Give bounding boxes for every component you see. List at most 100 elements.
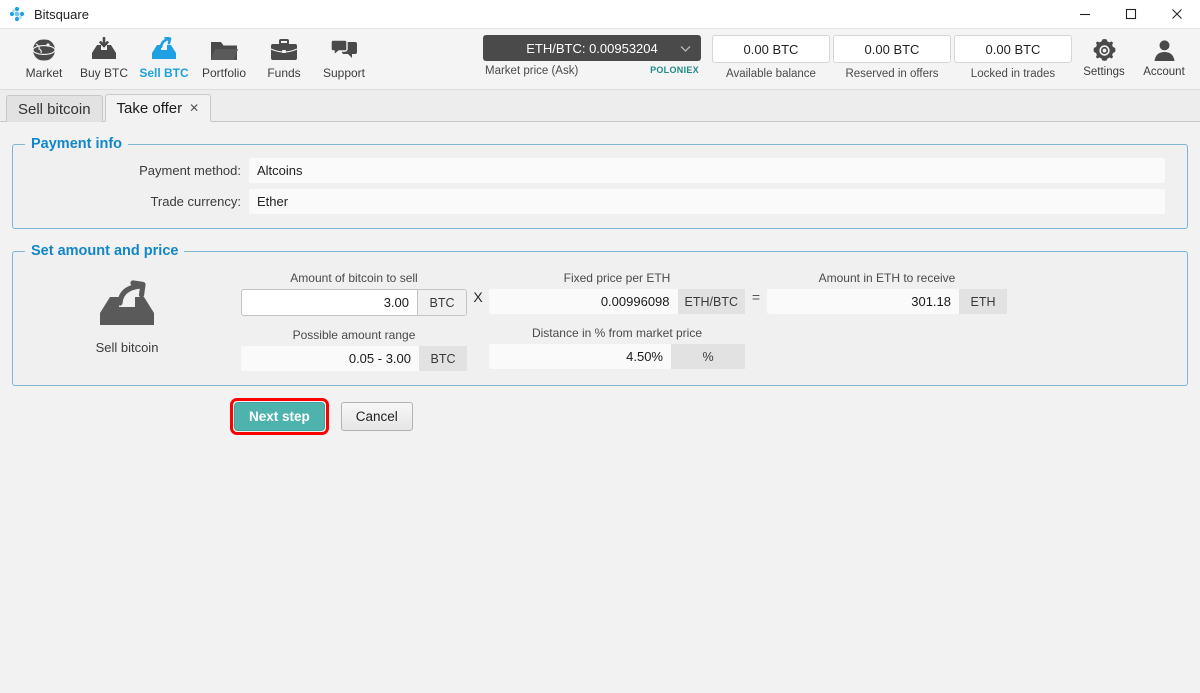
- chat-icon: [330, 33, 358, 63]
- nav-item-sell-btc[interactable]: Sell BTC: [134, 33, 194, 80]
- distance-field: 4.50% %: [489, 344, 745, 369]
- receive-field: 301.18 ETH: [767, 289, 1007, 314]
- market-price-value: ETH/BTC: 0.00953204: [526, 40, 658, 56]
- main-navigation: Market Buy BTC Sell BTC Portfolio Funds …: [0, 29, 1200, 90]
- receive-value: 301.18: [767, 289, 959, 314]
- action-buttons: Next step Cancel: [230, 398, 1200, 435]
- nav-items: Market Buy BTC Sell BTC Portfolio Funds …: [0, 29, 374, 80]
- amount-price-fields: Amount of bitcoin to sell 3.00 BTC Possi…: [241, 271, 1187, 371]
- balance-available: 0.00 BTC Available balance: [711, 35, 831, 80]
- nav-label: Funds: [267, 66, 301, 80]
- sell-bitcoin-illustration: Sell bitcoin: [13, 271, 241, 371]
- bitsquare-logo-icon: [9, 6, 25, 22]
- payment-info-legend: Payment info: [31, 136, 123, 152]
- price-field[interactable]: 0.00996098 ETH/BTC: [489, 289, 745, 314]
- title-bar: Bitsquare: [0, 0, 1200, 29]
- balance-label: Locked in trades: [970, 68, 1056, 80]
- payment-method-label: Payment method:: [139, 163, 241, 178]
- tab-label: Sell bitcoin: [18, 100, 91, 118]
- sell-bitcoin-icon: [96, 279, 158, 334]
- payment-method-value: Altcoins: [249, 158, 1165, 183]
- briefcase-icon: [270, 33, 298, 63]
- price-value[interactable]: 0.00996098: [489, 289, 678, 314]
- balance-label: Available balance: [726, 68, 816, 80]
- nav-label: Market: [25, 66, 63, 80]
- multiply-operator-column: . X: [467, 271, 489, 371]
- next-step-button[interactable]: Next step: [234, 402, 325, 431]
- trade-currency-row: Trade currency: Ether: [13, 189, 1187, 214]
- market-price-meta: Market price (Ask) POLONIEX: [483, 65, 701, 77]
- nav-label: Support: [322, 66, 366, 80]
- nav-label: Settings: [1083, 66, 1125, 78]
- nav-item-market[interactable]: Market: [14, 33, 74, 80]
- distance-group: Distance in % from market price 4.50% %: [489, 326, 745, 369]
- amount-column: Amount of bitcoin to sell 3.00 BTC Possi…: [241, 271, 467, 371]
- payment-info-card: Payment info Payment method: Altcoins Tr…: [12, 136, 1188, 229]
- nav-item-account[interactable]: Account: [1134, 35, 1194, 78]
- range-unit: BTC: [419, 346, 467, 371]
- gear-icon: [1092, 36, 1117, 64]
- cancel-button[interactable]: Cancel: [340, 402, 413, 431]
- balance-reserved: 0.00 BTC Reserved in offers: [832, 35, 952, 80]
- chevron-down-icon: [680, 41, 691, 56]
- distance-caption: Distance in % from market price: [531, 326, 703, 340]
- window-title: Bitsquare: [34, 6, 89, 22]
- maximize-icon[interactable]: [1108, 0, 1154, 28]
- nav-item-settings[interactable]: Settings: [1074, 35, 1134, 78]
- receive-unit: ETH: [959, 289, 1007, 314]
- balance-locked: 0.00 BTC Locked in trades: [953, 35, 1073, 80]
- amount-value[interactable]: 3.00: [242, 290, 417, 315]
- amount-price-body: Sell bitcoin Amount of bitcoin to sell 3…: [13, 259, 1187, 371]
- amount-input[interactable]: 3.00 BTC: [241, 289, 467, 316]
- range-field: 0.05 - 3.00 BTC: [241, 346, 467, 371]
- next-step-highlight: Next step: [230, 398, 329, 435]
- close-icon[interactable]: [1154, 0, 1200, 28]
- amount-unit: BTC: [417, 290, 466, 315]
- equals-operator: =: [751, 289, 761, 305]
- nav-item-funds[interactable]: Funds: [254, 33, 314, 80]
- balance-value: 0.00 BTC: [833, 35, 951, 63]
- price-group: Fixed price per ETH 0.00996098 ETH/BTC: [489, 271, 745, 314]
- close-icon[interactable]: ✕: [189, 101, 199, 115]
- tab-label: Take offer: [116, 99, 183, 117]
- range-group: Possible amount range 0.05 - 3.00 BTC: [241, 328, 467, 371]
- tab-strip: Sell bitcoin Take offer ✕: [0, 90, 1200, 122]
- sell-bitcoin-label: Sell bitcoin: [95, 340, 159, 355]
- receive-caption: Amount in ETH to receive: [818, 271, 956, 285]
- nav-label: Buy BTC: [79, 66, 128, 80]
- minimize-icon[interactable]: [1062, 0, 1108, 28]
- amount-price-card: Set amount and price Sell bitcoin Amount…: [12, 243, 1188, 386]
- folder-icon: [210, 33, 238, 63]
- price-caption: Fixed price per ETH: [563, 271, 671, 285]
- window-controls: [1062, 0, 1200, 28]
- market-price-provider: POLONIEX: [650, 65, 699, 75]
- price-column: Fixed price per ETH 0.00996098 ETH/BTC D…: [489, 271, 745, 371]
- nav-label: Sell BTC: [139, 66, 189, 80]
- multiply-operator: X: [473, 289, 483, 305]
- balance-label: Reserved in offers: [845, 68, 939, 80]
- trade-currency-label: Trade currency:: [150, 194, 241, 209]
- person-icon: [1152, 36, 1177, 64]
- range-caption: Possible amount range: [292, 328, 416, 342]
- distance-value: 4.50%: [489, 344, 671, 369]
- nav-item-portfolio[interactable]: Portfolio: [194, 33, 254, 80]
- equals-operator-column: . =: [745, 271, 767, 371]
- globe-icon: [31, 33, 57, 63]
- tab-sell-bitcoin[interactable]: Sell bitcoin: [6, 95, 103, 122]
- amount-group: Amount of bitcoin to sell 3.00 BTC: [241, 271, 467, 316]
- payment-method-row: Payment method: Altcoins: [13, 158, 1187, 183]
- market-price-caption: Market price (Ask): [485, 65, 579, 77]
- amount-caption: Amount of bitcoin to sell: [290, 271, 418, 285]
- nav-label: Account: [1143, 66, 1185, 78]
- tab-take-offer[interactable]: Take offer ✕: [104, 94, 212, 122]
- market-price-selector[interactable]: ETH/BTC: 0.00953204 Market price (Ask) P…: [483, 35, 701, 77]
- buy-btc-icon: [89, 33, 119, 63]
- nav-item-buy-btc[interactable]: Buy BTC: [74, 33, 134, 80]
- market-price-dropdown[interactable]: ETH/BTC: 0.00953204: [483, 35, 701, 61]
- range-value: 0.05 - 3.00: [241, 346, 419, 371]
- trade-currency-value: Ether: [249, 189, 1165, 214]
- sell-btc-icon: [149, 33, 179, 63]
- nav-label: Portfolio: [201, 66, 247, 80]
- nav-right-cluster: ETH/BTC: 0.00953204 Market price (Ask) P…: [483, 29, 1200, 80]
- nav-item-support[interactable]: Support: [314, 33, 374, 80]
